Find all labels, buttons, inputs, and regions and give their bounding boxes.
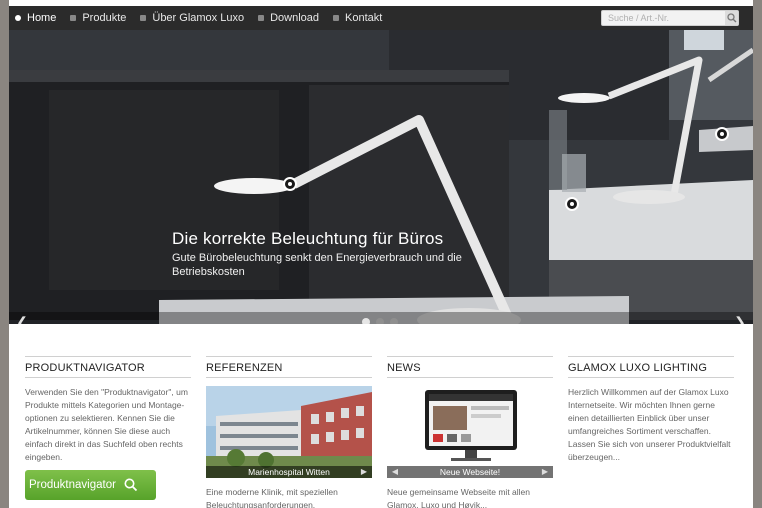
column-text: Neue gemeinsame Webseite mit allen Glamo…: [387, 487, 530, 508]
column-title: PRODUKTNAVIGATOR: [25, 356, 191, 378]
column-title: GLAMOX LUXO LIGHTING: [568, 356, 734, 378]
column-produktnavigator: PRODUKTNAVIGATOR Verwenden Sie den "Prod…: [25, 356, 191, 500]
reference-caption: Marienhospital Witten: [206, 466, 372, 478]
nav-label: Home: [27, 12, 57, 24]
column-text: Eine moderne Klinik, mit speziellen Bele…: [206, 487, 338, 508]
hero-slider: Die korrekte Beleuchtung für Büros Gute …: [9, 30, 753, 332]
nav-label: Produkte: [82, 12, 127, 24]
hero-title: Die korrekte Beleuchtung für Büros: [172, 229, 444, 248]
hero-subtitle: Gute Bürobeleuchtung senkt den Energieve…: [172, 252, 462, 278]
nav-label: Download: [270, 12, 320, 24]
nav-item-home[interactable]: Home: [9, 6, 64, 30]
monitor-image: [387, 386, 553, 478]
building-image: [206, 386, 372, 478]
bullet-icon: [333, 15, 340, 21]
column-title: NEWS: [387, 356, 553, 378]
search-icon: [726, 13, 736, 23]
column-title: REFERENZEN: [206, 356, 372, 378]
nav-label: Über Glamox Luxo: [152, 12, 245, 24]
bullet-icon: [140, 15, 147, 21]
content-columns: PRODUKTNAVIGATOR Verwenden Sie den "Prod…: [9, 324, 753, 508]
news-caption: Neue Webseite!: [387, 466, 553, 478]
hotspot-marker-1[interactable]: [283, 177, 297, 191]
bullet-icon: [70, 15, 77, 21]
hotspot-marker-3[interactable]: [715, 127, 729, 141]
column-news: NEWS Neue Webseite! ◀ ▶ Neue gemeinsame …: [387, 356, 553, 508]
produktnavigator-button[interactable]: Produktnavigator: [25, 470, 156, 500]
search-box: [601, 10, 739, 26]
caption-prev-arrow-icon[interactable]: ◀: [389, 466, 401, 478]
nav-item-produkte[interactable]: Produkte: [64, 6, 134, 30]
page-frame: Home Produkte Über Glamox Luxo Download …: [9, 0, 753, 508]
button-label: Produktnavigator: [29, 479, 116, 491]
search-button[interactable]: [725, 11, 738, 25]
nav-item-kontakt[interactable]: Kontakt: [327, 6, 390, 30]
reference-thumbnail[interactable]: Marienhospital Witten ▶: [206, 386, 372, 478]
news-thumbnail[interactable]: Neue Webseite! ◀ ▶: [387, 386, 553, 478]
nav-label: Kontakt: [345, 12, 383, 24]
caption-next-arrow-icon[interactable]: ▶: [539, 466, 551, 478]
column-referenzen: REFERENZEN Marienhospital Witten ▶ Eine …: [206, 356, 372, 508]
hero-image: [9, 30, 753, 332]
caption-next-arrow-icon[interactable]: ▶: [358, 466, 370, 478]
column-text: Verwenden Sie den "Produktnavigator", um…: [25, 387, 188, 462]
hotspot-marker-2[interactable]: [565, 197, 579, 211]
nav-item-download[interactable]: Download: [252, 6, 327, 30]
column-glamox-luxo: GLAMOX LUXO LIGHTING Herzlich Willkommen…: [568, 356, 734, 464]
nav-item-ueber[interactable]: Über Glamox Luxo: [134, 6, 252, 30]
column-text: Herzlich Willkommen auf der Glamox Luxo …: [568, 387, 731, 462]
bullet-icon: [15, 15, 21, 21]
main-nav: Home Produkte Über Glamox Luxo Download …: [9, 6, 753, 30]
search-input[interactable]: [602, 11, 725, 25]
bullet-icon: [258, 15, 265, 21]
search-icon: [124, 478, 138, 492]
